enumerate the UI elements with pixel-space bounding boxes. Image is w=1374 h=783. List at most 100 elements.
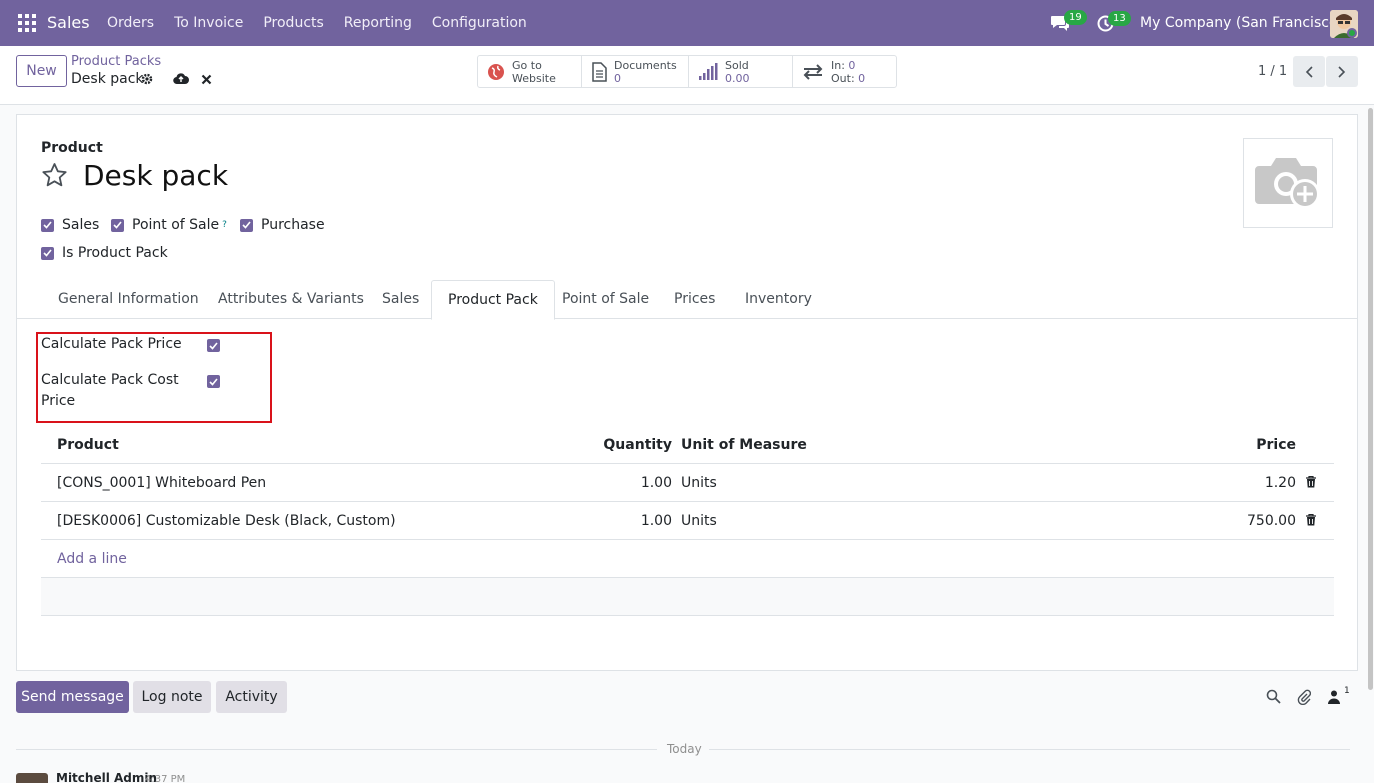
purchase-label: Purchase xyxy=(261,217,325,233)
help-tooltip-icon[interactable]: ? xyxy=(222,220,227,230)
in-value: 0 xyxy=(848,58,856,72)
sale-ok-checkbox[interactable]: Sales xyxy=(41,217,99,233)
line-product[interactable]: [CONS_0001] Whiteboard Pen xyxy=(57,464,266,502)
documents-button[interactable]: Documents 0 xyxy=(582,56,689,87)
in-out-moves-button[interactable]: In: 0 Out: 0 xyxy=(793,56,896,87)
line-quantity[interactable]: 1.00 xyxy=(581,464,672,502)
messages-badge: 19 xyxy=(1064,10,1087,25)
favorite-star-icon[interactable] xyxy=(41,162,68,192)
calc-pack-cost-line1: Calculate Pack Cost xyxy=(41,372,179,388)
camera-add-icon xyxy=(1255,158,1320,209)
save-cloud-icon[interactable] xyxy=(173,72,189,89)
checkmark-icon xyxy=(207,375,220,388)
scrollbar[interactable] xyxy=(1368,108,1373,690)
purchase-ok-checkbox[interactable]: Purchase xyxy=(240,217,325,233)
pager-next-button[interactable] xyxy=(1326,56,1358,87)
menu-orders[interactable]: Orders xyxy=(107,15,154,31)
calc-pack-price-checkbox[interactable] xyxy=(207,339,228,352)
product-image-upload[interactable] xyxy=(1243,138,1333,228)
column-header-product[interactable]: Product xyxy=(57,426,119,464)
pager-value[interactable]: 1 / 1 xyxy=(1258,64,1287,79)
message-author[interactable]: Mitchell Admin xyxy=(56,771,157,783)
gear-icon[interactable] xyxy=(141,73,153,89)
menu-products[interactable]: Products xyxy=(263,15,323,31)
documents-label: Documents xyxy=(614,58,677,72)
message-author-avatar[interactable] xyxy=(16,773,48,783)
online-status-dot xyxy=(1347,28,1357,38)
checkmark-icon xyxy=(111,218,124,232)
tab-product-pack[interactable]: Product Pack xyxy=(431,280,555,320)
available-in-pos-checkbox[interactable]: Point of Sale? xyxy=(111,217,227,233)
is-pack-checkbox[interactable]: Is Product Pack xyxy=(41,245,168,261)
table-empty-row xyxy=(41,578,1334,616)
menu-to-invoice[interactable]: To Invoice xyxy=(174,15,243,31)
product-name[interactable]: Desk pack xyxy=(83,159,228,192)
send-message-button[interactable]: Send message xyxy=(16,681,129,713)
apps-grid-icon[interactable] xyxy=(18,14,36,32)
signal-bars-icon xyxy=(698,62,718,81)
breadcrumb-current: Desk pack xyxy=(71,71,144,87)
is-pack-label: Is Product Pack xyxy=(62,245,168,261)
column-header-quantity[interactable]: Quantity xyxy=(581,426,672,464)
breadcrumb-parent[interactable]: Product Packs xyxy=(71,54,161,69)
form-sheet: Product Desk pack Sales Point of Sale? P… xyxy=(16,114,1358,671)
control-panel: New Product Packs Desk pack Go to Website… xyxy=(0,46,1374,105)
app-brand[interactable]: Sales xyxy=(47,13,90,32)
tab-prices[interactable]: Prices xyxy=(658,280,731,319)
main-menu: Orders To Invoice Products Reporting Con… xyxy=(107,15,547,31)
tab-attributes-variants[interactable]: Attributes & Variants xyxy=(202,280,380,319)
pager-previous-button[interactable] xyxy=(1293,56,1325,87)
trash-icon[interactable] xyxy=(1306,475,1316,492)
company-switcher[interactable]: My Company (San Francisco) xyxy=(1140,15,1343,31)
smart-buttons: Go to Website Documents 0 Sold 0.00 In: 0 Ou… xyxy=(477,55,897,88)
followers-user-icon[interactable] xyxy=(1328,690,1340,708)
calc-pack-cost-checkbox[interactable] xyxy=(207,375,228,388)
column-header-price[interactable]: Price xyxy=(1191,426,1296,464)
column-header-uom[interactable]: Unit of Measure xyxy=(681,426,807,464)
pack-lines-header: Product Quantity Unit of Measure Price xyxy=(41,426,1334,464)
menu-reporting[interactable]: Reporting xyxy=(344,15,412,31)
chevron-right-icon xyxy=(1338,65,1346,78)
sold-label: Sold xyxy=(725,58,749,72)
sold-value: 0.00 xyxy=(725,71,750,85)
sales-label: Sales xyxy=(62,217,100,233)
table-row[interactable]: [CONS_0001] Whiteboard Pen 1.00 Units 1.… xyxy=(41,464,1334,502)
line-price[interactable]: 750.00 xyxy=(1191,502,1296,540)
followers-count: 1 xyxy=(1344,686,1350,696)
out-value: 0 xyxy=(858,71,866,85)
out-label: Out: xyxy=(831,71,855,85)
checkmark-icon xyxy=(207,339,220,352)
line-uom[interactable]: Units xyxy=(681,502,717,540)
line-quantity[interactable]: 1.00 xyxy=(581,502,672,540)
line-uom[interactable]: Units xyxy=(681,464,717,502)
table-row[interactable]: [DESK0006] Customizable Desk (Black, Cus… xyxy=(41,502,1334,540)
go-to-label: Go to xyxy=(512,58,542,72)
line-product[interactable]: [DESK0006] Customizable Desk (Black, Cus… xyxy=(57,502,396,540)
checkmark-icon xyxy=(41,246,54,260)
product-label: Product xyxy=(41,140,103,156)
divider xyxy=(16,749,657,750)
date-separator: Today xyxy=(667,742,702,756)
tab-general-information[interactable]: General Information xyxy=(42,280,215,319)
trash-icon[interactable] xyxy=(1306,513,1316,530)
notebook-tabs: General Information Attributes & Variant… xyxy=(17,280,1357,320)
message-time: 4:37 PM xyxy=(145,774,186,783)
documents-count: 0 xyxy=(614,71,621,85)
tab-inventory[interactable]: Inventory xyxy=(729,280,828,319)
line-price[interactable]: 1.20 xyxy=(1191,464,1296,502)
paperclip-icon[interactable] xyxy=(1297,689,1312,709)
tab-point-of-sale[interactable]: Point of Sale xyxy=(546,280,665,319)
add-line-link[interactable]: Add a line xyxy=(57,540,127,578)
top-navbar: Sales Orders To Invoice Products Reporti… xyxy=(0,0,1374,46)
in-label: In: xyxy=(831,58,845,72)
tab-sales[interactable]: Sales xyxy=(366,280,435,319)
activity-button[interactable]: Activity xyxy=(216,681,287,713)
search-icon[interactable] xyxy=(1266,689,1281,708)
sold-button[interactable]: Sold 0.00 xyxy=(689,56,793,87)
pos-label: Point of Sale xyxy=(132,217,220,233)
discard-x-icon[interactable] xyxy=(201,73,212,89)
new-button[interactable]: New xyxy=(16,55,67,87)
go-to-website-button[interactable]: Go to Website xyxy=(478,56,582,87)
log-note-button[interactable]: Log note xyxy=(133,681,211,713)
menu-configuration[interactable]: Configuration xyxy=(432,15,527,31)
